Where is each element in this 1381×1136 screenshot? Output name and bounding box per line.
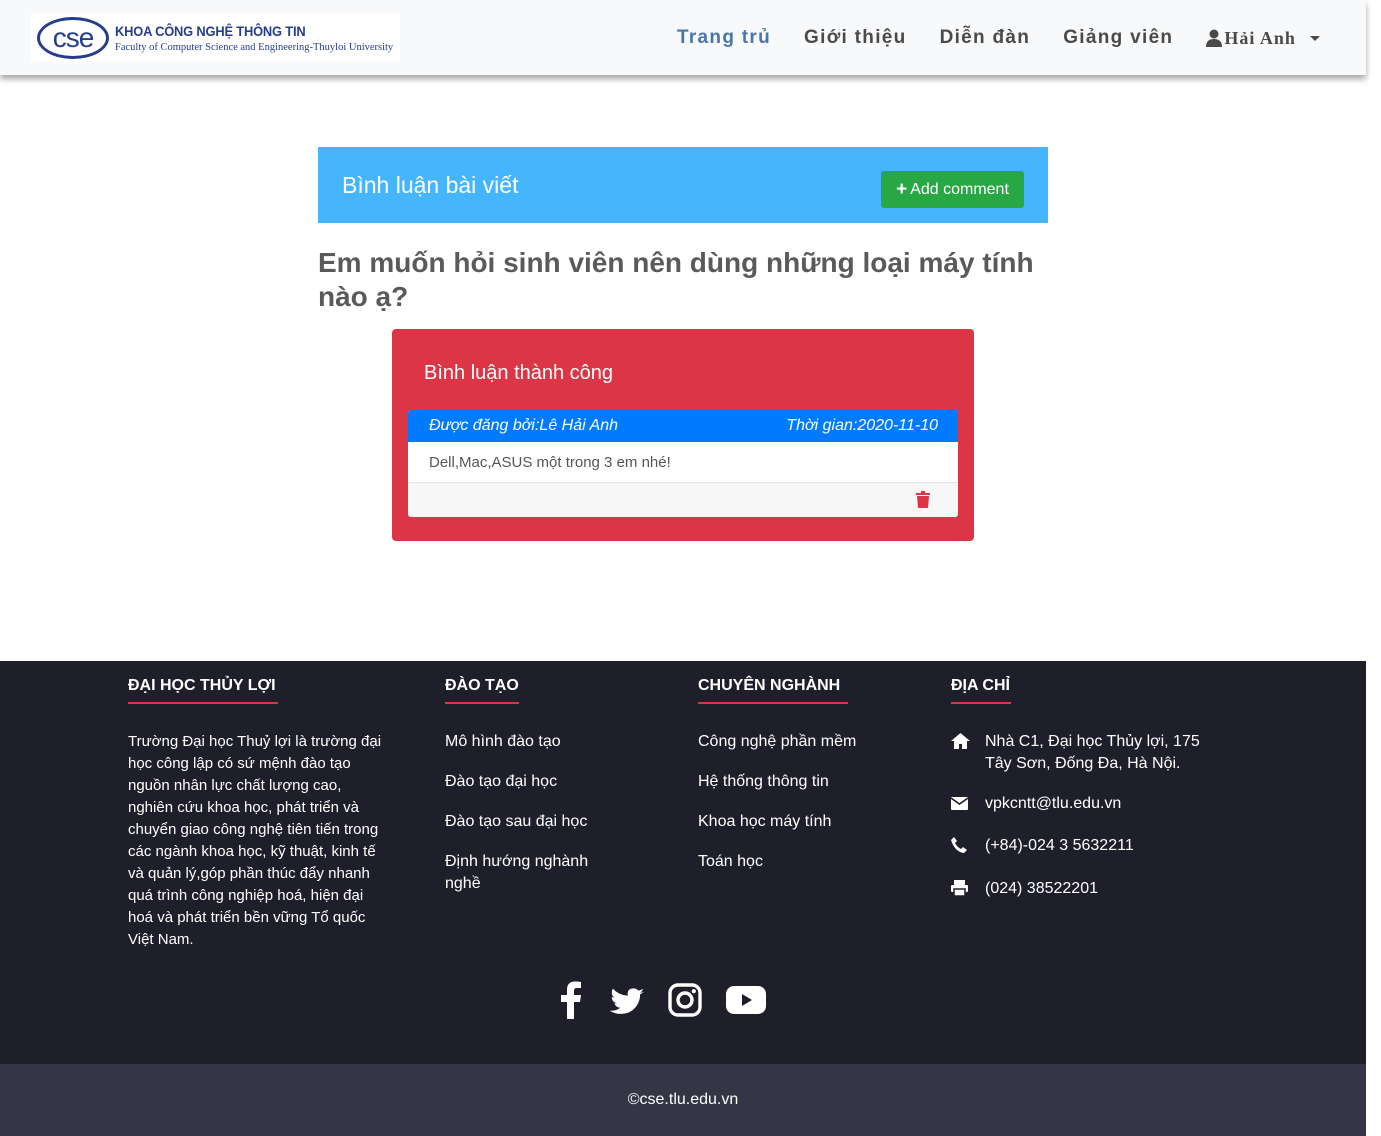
post-header-title: Bình luận bài viết	[342, 172, 519, 198]
footer-link-math[interactable]: Toán học	[698, 851, 898, 873]
footer-majors-heading: CHUYÊN NGHÀNH	[698, 677, 848, 704]
trash-icon[interactable]	[916, 491, 930, 513]
nav-link-forum[interactable]: Diễn đàn	[940, 26, 1031, 50]
footer-link-info-systems[interactable]: Hệ thống thông tin	[698, 771, 898, 793]
footer-about-text: Trường Đại học Thuỷ lợi là trường đại họ…	[128, 733, 382, 948]
copyright-text: ©cse.tlu.edu.vn	[627, 1091, 739, 1108]
nav-link-about[interactable]: Giới thiệu	[804, 26, 907, 50]
footer-about: ĐẠI HỌC THỦY LỢI Trường Đại học Thuỷ lợi…	[128, 677, 390, 951]
footer-link-computer-science[interactable]: Khoa học máy tính	[698, 811, 898, 833]
add-comment-button[interactable]: + Add comment	[881, 171, 1024, 208]
footer-training: ĐÀO TẠO Mô hình đào tạo Đào tạo đại học …	[445, 677, 645, 913]
add-comment-label: Add comment	[910, 180, 1009, 198]
home-icon	[951, 731, 985, 756]
footer-training-list: Mô hình đào tạo Đào tạo đại học Đào tạo …	[445, 731, 645, 895]
contact-fax: (024) 38522201	[951, 878, 1213, 903]
footer-link-training-model[interactable]: Mô hình đào tạo	[445, 731, 645, 753]
footer-link-undergrad[interactable]: Đào tạo đại học	[445, 771, 645, 793]
footer-link-software[interactable]: Công nghệ phần mềm	[698, 731, 898, 753]
youtube-icon[interactable]	[726, 986, 766, 1014]
footer-link-career[interactable]: Định hướng nghành nghề	[445, 851, 605, 895]
user-name: Hải Anh	[1224, 27, 1296, 48]
user-menu-toggle[interactable]: Hải Anh	[1206, 26, 1320, 50]
site-logo[interactable]: cse KHOA CÔNG NGHỆ THÔNG TIN Faculty of …	[31, 14, 400, 62]
instagram-icon[interactable]	[668, 983, 702, 1017]
footer-address: ĐỊA CHỈ Nhà C1, Đại học Thủy lợi, 175 Tâ…	[950, 677, 1213, 921]
envelope-icon	[950, 793, 985, 817]
footer-majors-list: Công nghệ phần mềm Hệ thống thông tin Kh…	[698, 731, 898, 873]
contact-fax-text: (024) 38522201	[985, 880, 1098, 897]
contact-phone-text: (+84)-024 3 5632211	[985, 837, 1134, 854]
nav-link-lecturers[interactable]: Giảng viên	[1063, 26, 1173, 50]
user-icon	[1206, 29, 1223, 47]
copyright-bar: ©cse.tlu.edu.vn	[0, 1064, 1366, 1136]
footer-about-heading: ĐẠI HỌC THỦY LỢI	[128, 677, 278, 704]
print-icon	[951, 878, 985, 903]
nav-link-home[interactable]: Trang trủ	[677, 26, 771, 50]
comment-success-panel: Bình luận thành công Được đăng bởi:Lê Hả…	[392, 329, 974, 541]
logo-text: KHOA CÔNG NGHỆ THÔNG TIN Faculty of Comp…	[115, 23, 393, 53]
plus-icon: +	[896, 178, 908, 200]
social-links	[560, 981, 790, 1019]
contact-phone: (+84)-024 3 5632211	[951, 835, 1213, 860]
panel-title: Bình luận thành công	[424, 362, 614, 384]
comment-card: Được đăng bởi:Lê Hải Anh Thời gian:2020-…	[408, 410, 958, 517]
facebook-icon[interactable]	[560, 981, 582, 1019]
comment-author: Được đăng bởi:Lê Hải Anh	[429, 417, 618, 434]
contact-email-text[interactable]: vpkcntt@tlu.edu.vn	[985, 793, 1121, 815]
footer: ĐẠI HỌC THỦY LỢI Trường Đại học Thuỷ lợi…	[0, 661, 1366, 1064]
navbar: cse KHOA CÔNG NGHỆ THÔNG TIN Faculty of …	[0, 0, 1366, 75]
footer-training-heading: ĐÀO TẠO	[445, 677, 519, 704]
twitter-icon[interactable]	[606, 985, 644, 1016]
footer-link-postgrad[interactable]: Đào tạo sau đại học	[445, 811, 645, 833]
contact-location-text: Nhà C1, Đại học Thủy lợi, 175 Tây Sơn, Đ…	[985, 733, 1200, 772]
contact-email: vpkcntt@tlu.edu.vn	[950, 793, 1213, 817]
logo-mark: cse	[37, 17, 109, 59]
comment-header: Được đăng bởi:Lê Hải Anh Thời gian:2020-…	[408, 410, 958, 442]
comment-footer	[408, 483, 958, 517]
post-header: Bình luận bài viết + Add comment	[318, 147, 1048, 223]
contact-location: Nhà C1, Đại học Thủy lợi, 175 Tây Sơn, Đ…	[951, 731, 1213, 775]
nav-links: Trang trủ Giới thiệu Diễn đàn Giảng viên…	[677, 26, 1320, 50]
footer-majors: CHUYÊN NGHÀNH Công nghệ phần mềm Hệ thốn…	[698, 677, 898, 891]
footer-contact-list: Nhà C1, Đại học Thủy lợi, 175 Tây Sơn, Đ…	[950, 731, 1213, 903]
comment-time: Thời gian:2020-11-10	[786, 417, 938, 434]
phone-icon	[951, 835, 985, 860]
post-question: Em muốn hỏi sinh viên nên dùng những loạ…	[318, 247, 1034, 312]
logo-title: KHOA CÔNG NGHỆ THÔNG TIN	[115, 23, 306, 39]
comment-body: Dell,Mac,ASUS một trong 3 em nhé!	[408, 442, 958, 483]
logo-subtitle: Faculty of Computer Science and Engineer…	[115, 42, 394, 53]
chevron-down-icon	[1309, 35, 1320, 41]
footer-address-heading: ĐỊA CHỈ	[951, 677, 1011, 704]
